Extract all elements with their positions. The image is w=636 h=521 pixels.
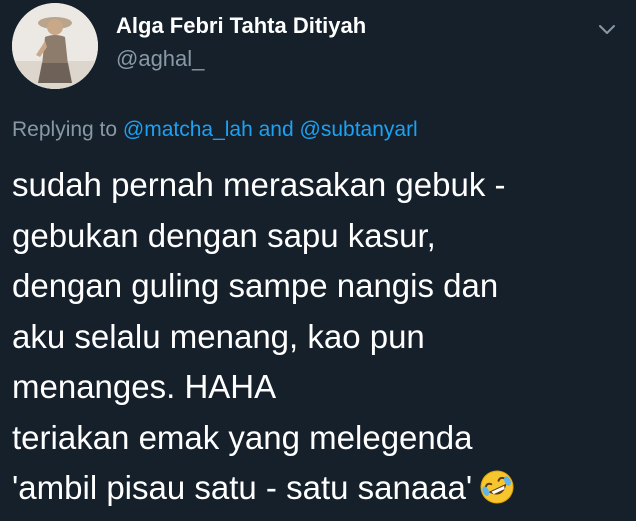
tweet-line: menanges. HAHA — [12, 368, 277, 405]
mention-link[interactable]: @subtanyarl — [300, 118, 418, 141]
chevron-down-icon[interactable] — [596, 18, 618, 40]
display-name[interactable]: Alga Febri Tahta Ditiyah — [116, 13, 366, 39]
tweet-line: teriakan emak yang melegenda — [12, 418, 473, 456]
tweet-line: dengan guling sampe nangis dan — [12, 267, 499, 304]
avatar[interactable] — [12, 3, 98, 89]
tweet-line-last: 'ambil pisau satu - satu sanaaa' — [12, 463, 632, 514]
tweet-line: aku selalu menang, kao pun — [12, 317, 425, 355]
rolling-on-floor-laughing-emoji-icon — [478, 468, 516, 506]
tweet-line: gebukan dengan sapu kasur, — [12, 216, 436, 254]
profile-photo — [12, 3, 98, 89]
replying-to: Replying to @matcha_lah and @subtanyarl — [12, 118, 418, 142]
mention-conjunction: and — [252, 118, 300, 141]
tweet-line: sudah pernah merasakan gebuk - — [12, 166, 506, 203]
user-handle[interactable]: @aghal_ — [116, 46, 204, 72]
replying-to-label: Replying to — [12, 118, 123, 141]
tweet-text: sudah pernah merasakan gebuk - gebukan d… — [12, 160, 632, 514]
mention-link[interactable]: @matcha_lah — [123, 118, 253, 141]
tweet-line: 'ambil pisau satu - satu sanaaa' — [12, 469, 473, 506]
